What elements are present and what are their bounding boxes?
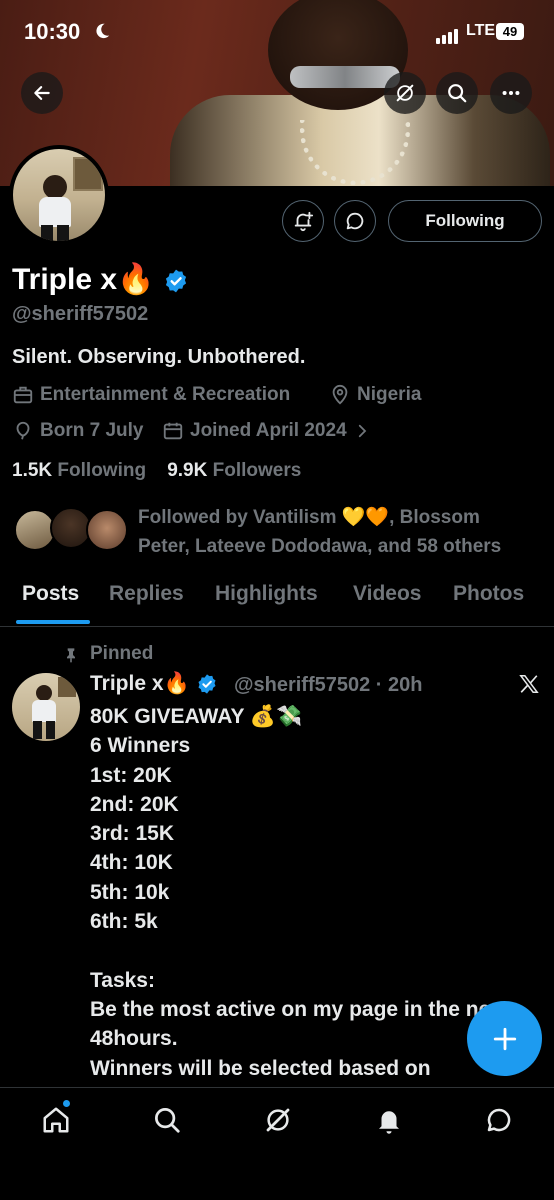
calendar-icon bbox=[163, 422, 183, 440]
tab-replies[interactable]: Replies bbox=[109, 582, 184, 606]
chat-bubble-icon bbox=[346, 212, 364, 230]
nav-notifications[interactable] bbox=[373, 1104, 405, 1136]
compose-post-button[interactable] bbox=[467, 1001, 542, 1076]
network-label: LTE bbox=[466, 22, 496, 39]
tab-highlights[interactable]: Highlights bbox=[215, 582, 318, 606]
profile-location: Nigeria bbox=[329, 384, 421, 406]
chevron-right-icon bbox=[358, 424, 366, 438]
bell-plus-icon bbox=[294, 211, 314, 232]
profile-birthday: Born 7 July bbox=[12, 420, 143, 442]
notifications-button[interactable] bbox=[282, 200, 324, 242]
nav-home[interactable] bbox=[40, 1104, 72, 1136]
display-name: Triple x🔥 bbox=[12, 263, 155, 296]
more-dots-icon bbox=[502, 90, 520, 96]
following-link[interactable]: 1.5K Following bbox=[12, 460, 146, 481]
chat-bubble-icon bbox=[487, 1108, 511, 1132]
bell-icon bbox=[379, 1111, 399, 1134]
profile-bio: Silent. Observing. Unbothered. bbox=[12, 346, 306, 368]
signal-icon bbox=[436, 26, 460, 44]
profile-joined[interactable]: Joined April 2024 bbox=[162, 420, 377, 442]
grok-icon bbox=[396, 84, 414, 102]
status-bar: 10:30 LTE 49 bbox=[0, 0, 554, 64]
followed-by-text[interactable]: Followed by Vantilism 💛🧡, Blossom Peter,… bbox=[138, 503, 538, 561]
balloon-icon bbox=[16, 421, 30, 440]
grok-icon bbox=[266, 1108, 290, 1132]
grok-button[interactable] bbox=[384, 72, 426, 114]
location-pin-icon bbox=[332, 384, 348, 405]
battery-icon: 49 bbox=[496, 23, 524, 40]
profile-avatar[interactable] bbox=[9, 145, 109, 245]
briefcase-icon bbox=[13, 386, 33, 404]
more-button[interactable] bbox=[490, 72, 532, 114]
followers-link[interactable]: 9.9K Followers bbox=[167, 460, 301, 481]
followed-by-avatars[interactable] bbox=[14, 507, 134, 557]
search-button[interactable] bbox=[436, 72, 478, 114]
x-logo-icon[interactable] bbox=[518, 673, 540, 695]
home-icon bbox=[43, 1107, 69, 1133]
bottom-navigation bbox=[0, 1087, 554, 1200]
verified-badge-icon bbox=[198, 674, 216, 695]
search-icon bbox=[155, 1108, 180, 1133]
moon-icon bbox=[96, 23, 110, 39]
post-handle-time: @sheriff57502 · 20h bbox=[234, 674, 423, 696]
profile-handle: @sheriff57502 bbox=[12, 303, 149, 325]
back-button[interactable] bbox=[21, 72, 63, 114]
home-unread-dot bbox=[63, 1100, 70, 1107]
profile-name: Triple x🔥 bbox=[12, 262, 189, 297]
active-tab-indicator bbox=[16, 620, 90, 624]
search-icon bbox=[448, 84, 467, 103]
post-avatar[interactable] bbox=[12, 673, 80, 741]
nav-grok[interactable] bbox=[262, 1104, 294, 1136]
following-button[interactable]: Following bbox=[388, 200, 542, 242]
tab-videos[interactable]: Videos bbox=[353, 582, 421, 606]
post-text: 80K GIVEAWAY 💰💸 6 Winners 1st: 20K 2nd: … bbox=[90, 705, 509, 1086]
tab-posts[interactable]: Posts bbox=[22, 582, 79, 606]
avatar bbox=[86, 509, 128, 551]
status-time: 10:30 bbox=[24, 19, 81, 44]
verified-badge-icon[interactable] bbox=[163, 268, 189, 294]
follow-counts: 1.5K Following 9.9K Followers bbox=[12, 460, 301, 482]
message-button[interactable] bbox=[334, 200, 376, 242]
plus-icon bbox=[493, 1027, 516, 1050]
tab-photos[interactable]: Photos bbox=[453, 582, 524, 606]
arrow-left-icon bbox=[34, 86, 50, 100]
nav-messages[interactable] bbox=[483, 1104, 515, 1136]
nav-search[interactable] bbox=[151, 1104, 183, 1136]
pinned-label: Pinned bbox=[90, 643, 154, 664]
post-author[interactable]: Triple x🔥 bbox=[90, 672, 218, 696]
pin-icon bbox=[67, 648, 75, 663]
profile-category: Entertainment & Recreation bbox=[12, 384, 290, 406]
